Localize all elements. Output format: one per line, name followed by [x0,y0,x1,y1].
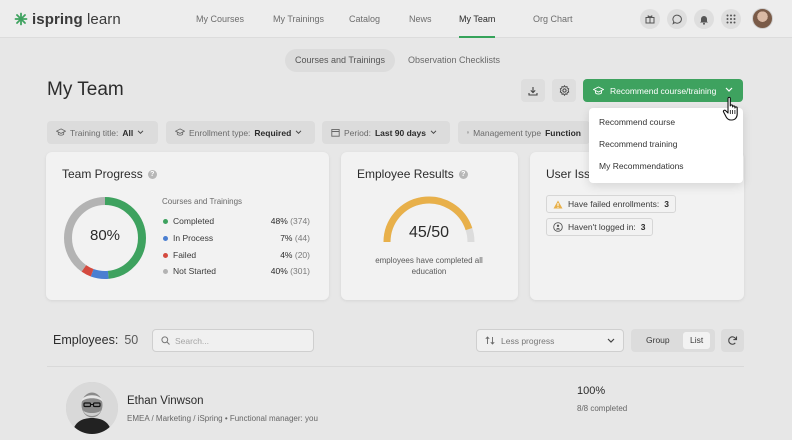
user-issues-title: User Iss [546,167,591,181]
bell-icon [700,15,708,25]
employee-search[interactable] [152,329,314,352]
notifications-button[interactable] [694,9,714,29]
legend-title: Courses and Trainings [162,197,243,206]
chat-bubble-icon [671,14,682,25]
app-logo[interactable]: ispring learn [14,10,121,28]
filter-training-title[interactable]: Training title: All [47,121,158,144]
employee-results-value: 45/50 [408,224,450,241]
sort-icon [485,336,495,345]
employee-meta: EMEA / Marketing / iSpring • Functional … [127,414,318,423]
employee-completed: 8/8 completed [577,404,628,413]
employee-name[interactable]: Ethan Vinwson [127,395,204,407]
user-avatar[interactable] [752,8,773,29]
filter-value: All [122,127,134,138]
tab-courses-and-trainings[interactable]: Courses and Trainings [285,49,396,72]
filter-label: Training title: [70,127,119,138]
view-list-button[interactable]: List [683,332,711,349]
nav-my-team[interactable]: My Team [459,0,496,38]
chevron-down-icon [725,87,733,92]
employee-results-title: Employee Results? [357,167,468,181]
employees-count: 50 [124,333,139,347]
issue-failed-enrollments[interactable]: Have failed enrollments: 3 [546,195,676,213]
chevron-down-icon [607,338,615,343]
sort-value: Less progress [501,335,555,346]
person-photo-icon [66,382,118,434]
chevron-down-icon [137,130,144,135]
filter-value: Function [545,127,581,138]
team-progress-title: Team Progress? [62,167,157,181]
search-input[interactable] [175,335,305,346]
refresh-icon [728,336,738,345]
settings-button[interactable] [552,79,576,102]
gift-icon [645,15,655,24]
legend-row-failed: Failed 4% (20) [162,250,310,262]
view-toggle: Group List [631,329,715,352]
employee-avatar [66,382,118,434]
filter-label: Enrollment type: [189,127,251,138]
tab-observation-checklists[interactable]: Observation Checklists [398,49,510,72]
filter-management-type[interactable]: Management type Function [458,121,590,144]
view-group-button[interactable]: Group [639,332,677,349]
nav-my-courses[interactable]: My Courses [196,0,244,38]
chevron-down-icon [430,130,437,135]
ispring-logo-icon [14,12,28,26]
legend-dot [163,269,168,274]
menu-item-recommend-training[interactable]: Recommend training [599,139,677,149]
legend-row-completed: Completed 48% (374) [162,216,310,228]
legend-row-not-started: Not Started 40% (301) [162,266,310,278]
section-divider [47,366,744,367]
filter-enrollment-type[interactable]: Enrollment type: Required [166,121,315,144]
legend-dot [163,219,168,224]
refresh-button[interactable] [721,329,744,352]
menu-item-recommend-course[interactable]: Recommend course [599,117,675,127]
messages-button[interactable] [667,9,687,29]
nav-my-trainings[interactable]: My Trainings [273,0,324,38]
filter-value: Last 90 days [374,127,426,138]
logged-out-icon [553,222,563,232]
graduation-cap-icon [593,85,604,94]
apps-button[interactable] [721,9,741,29]
legend-dot [163,253,168,258]
team-progress-percent: 80% [89,227,121,244]
page-title: My Team [47,79,124,100]
warning-icon [553,200,563,208]
employees-heading: Employees: 50 [53,333,139,347]
download-button[interactable] [521,79,545,102]
legend-dot [163,236,168,241]
help-icon[interactable]: ? [147,169,157,179]
recommend-dropdown-menu: Recommend course Recommend training My R… [589,108,743,183]
filter-period[interactable]: Period: Last 90 days [322,121,450,144]
issue-not-logged-in[interactable]: Haven't logged in: 3 [546,218,653,236]
gift-button[interactable] [640,9,660,29]
filter-value: Required [254,127,292,138]
hand-pointer-icon [722,96,738,121]
gear-icon [559,85,569,96]
sort-select[interactable]: Less progress [476,329,624,352]
recommend-button-label: Recommend course/training [610,85,717,96]
employee-progress: 100% [577,385,606,397]
recommend-course-training-button[interactable]: Recommend course/training [583,79,743,102]
calendar-icon [331,129,340,137]
filter-label: Management type [473,127,542,138]
nav-org-chart[interactable]: Org Chart [533,0,573,38]
menu-item-my-recommendations[interactable]: My Recommendations [599,161,684,171]
chevron-down-icon [295,130,302,135]
org-structure-icon [467,131,469,134]
employee-results-subtitle: employees have completed all education [375,256,483,276]
download-icon [528,86,538,96]
help-icon[interactable]: ? [458,169,468,179]
apps-grid-icon [726,14,736,24]
graduation-cap-icon [56,128,66,136]
nav-news[interactable]: News [409,0,432,38]
graduation-cap-icon [175,128,185,136]
legend-row-in-process: In Process 7% (44) [162,233,310,245]
top-navigation-bar: ispring learn My Courses My Trainings Ca… [0,0,792,38]
search-icon [161,336,170,345]
app-logo-text: ispring learn [32,10,121,28]
filter-label: Period: [344,127,371,138]
nav-catalog[interactable]: Catalog [349,0,380,38]
